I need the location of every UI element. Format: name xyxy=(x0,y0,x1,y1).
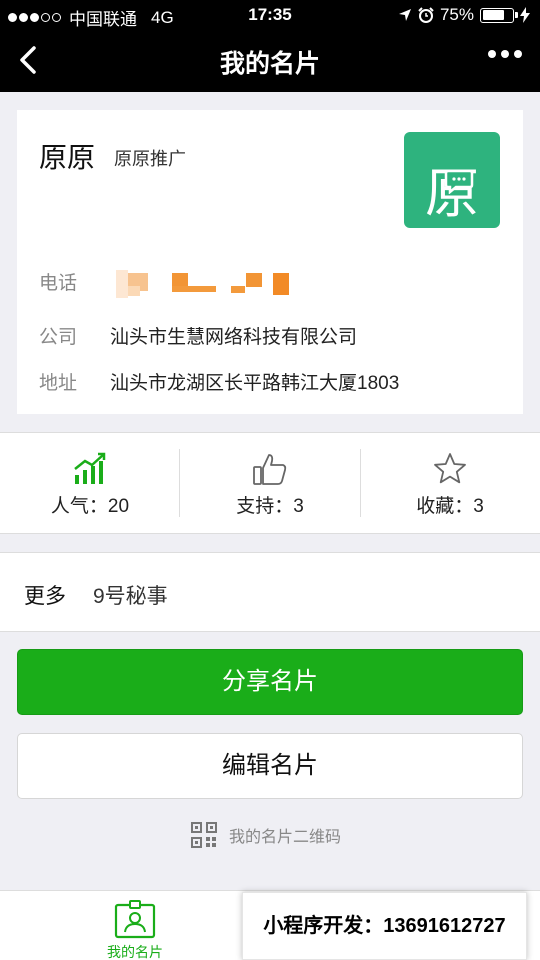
tab-my-card[interactable]: 我的名片 xyxy=(90,891,180,960)
card-name: 原原 xyxy=(39,142,96,173)
more-row[interactable]: 更多 9号秘事 xyxy=(0,552,540,632)
alarm-clock-icon xyxy=(418,7,434,23)
company-logo: 原 xyxy=(404,132,500,228)
battery-percent: 75% xyxy=(439,5,474,24)
stat-support[interactable]: 支持：3 xyxy=(180,433,360,535)
edit-card-button[interactable]: 编辑名片 xyxy=(17,733,523,799)
more-options-icon[interactable] xyxy=(488,50,522,58)
address-value: 汕头市龙湖区长平路韩江大厦1803 xyxy=(110,373,400,394)
star-icon xyxy=(434,453,466,484)
business-card: 原原 原原推广 原 电话 公司 汕头市生慧网络科技有限公司 地址 汕头市龙湖区长… xyxy=(17,110,523,414)
location-arrow-icon xyxy=(398,9,411,21)
id-card-icon xyxy=(114,900,156,939)
battery-icon xyxy=(480,7,518,23)
status-right: 75% xyxy=(398,5,530,25)
qr-code-label: 我的名片二维码 xyxy=(229,829,342,846)
tab-my-card-label: 我的名片 xyxy=(107,944,163,960)
company-label: 公司 xyxy=(39,327,78,348)
card-subtitle: 原原推广 xyxy=(114,149,186,169)
nav-bar: 我的名片 xyxy=(0,30,540,92)
stat-support-label: 支持：3 xyxy=(236,496,304,517)
stat-popularity[interactable]: 人气：20 xyxy=(0,433,180,535)
thumbs-up-icon xyxy=(253,454,287,485)
address-label: 地址 xyxy=(39,373,78,394)
status-bar: 中国联通 4G 17:35 75% xyxy=(0,0,540,30)
qr-code-icon xyxy=(191,822,217,848)
promo-banner: 小程序开发：13691612727 xyxy=(242,892,527,960)
page-title: 我的名片 xyxy=(219,50,320,78)
stats-row: 人气：20 支持：3 收藏：3 xyxy=(0,432,540,534)
qr-code-link[interactable]: 我的名片二维码 xyxy=(191,820,341,850)
stat-favorite-label: 收藏：3 xyxy=(416,496,484,517)
stat-favorite[interactable]: 收藏：3 xyxy=(360,433,540,535)
popularity-chart-icon xyxy=(74,452,106,484)
share-card-button[interactable]: 分享名片 xyxy=(17,649,523,715)
more-label: 更多 xyxy=(24,585,66,608)
charging-bolt-icon xyxy=(520,7,530,23)
phone-label: 电话 xyxy=(39,273,78,294)
stat-popularity-label: 人气：20 xyxy=(50,496,130,517)
chat-bubble-icon xyxy=(444,170,474,194)
more-value: 9号秘事 xyxy=(93,585,168,608)
company-value: 汕头市生慧网络科技有限公司 xyxy=(110,327,358,348)
